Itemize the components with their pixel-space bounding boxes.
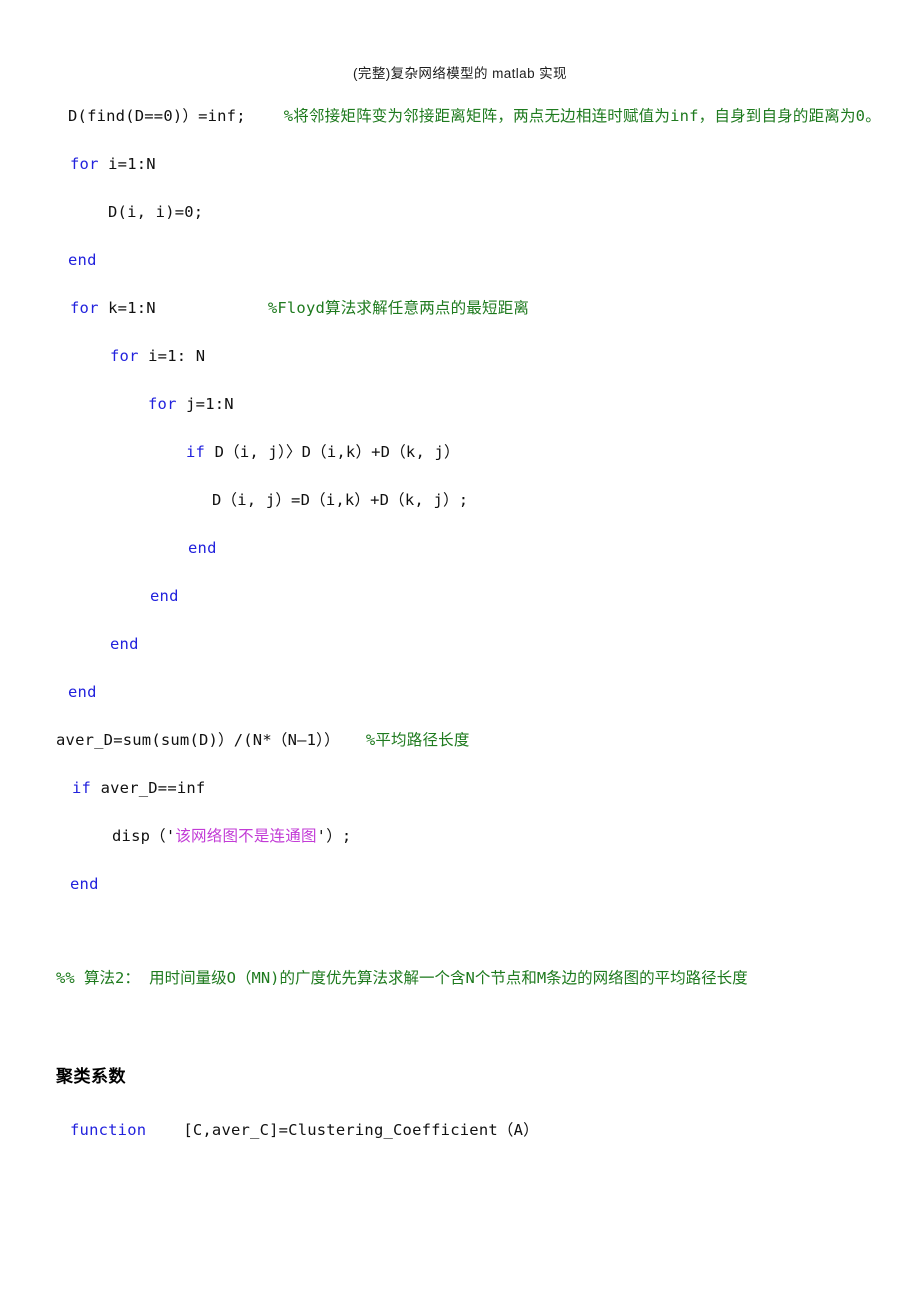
- code-line-end-3: end: [0, 572, 920, 620]
- code-text-average-distance: aver_D=sum(sum(D)）/(N*（N—1））: [56, 731, 340, 749]
- code-text-disp-open: disp（': [112, 827, 176, 845]
- keyword-for-1: for: [70, 155, 99, 173]
- comment-floyd: %Floyd算法求解任意两点的最短距离: [267, 299, 530, 317]
- code-line-for-j: for j=1:N: [0, 380, 920, 428]
- running-header: (完整)复杂网络模型的 matlab 实现: [353, 66, 567, 81]
- keyword-end-4: end: [110, 635, 139, 653]
- code-line-function-clustering: function [C,aver_C]=Clustering_Coefficie…: [0, 1106, 920, 1154]
- keyword-for-4: for: [148, 395, 177, 413]
- code-text-if-condition: D（i, j）〉D（i,k）+D（k, j）: [205, 443, 460, 461]
- code-text-for-i-inner-range: i=1: N: [138, 347, 206, 365]
- code-line-end-2: end: [0, 524, 920, 572]
- code-line-for-k: for k=1:N %Floyd算法求解任意两点的最短距离: [0, 284, 920, 332]
- code-text-disp-close: '）;: [316, 827, 352, 845]
- keyword-end-6: end: [70, 875, 99, 893]
- code-line-end-5: end: [0, 668, 920, 716]
- keyword-if-2: if: [72, 779, 92, 797]
- keyword-function: function: [70, 1121, 147, 1139]
- section-heading-clustering-coefficient: 聚类系数: [56, 1067, 126, 1086]
- code-text-for-k-range: k=1:N: [98, 299, 156, 317]
- keyword-if-1: if: [186, 443, 206, 461]
- document-page: (完整)复杂网络模型的 matlab 实现 D(find(D==0)）=inf;…: [0, 0, 920, 1302]
- code-text-d-find: D(find(D==0)）=inf;: [68, 107, 246, 125]
- code-listing: D(find(D==0)）=inf; %将邻接矩阵变为邻接距离矩阵，两点无边相连时…: [0, 92, 920, 1154]
- keyword-end-1: end: [68, 251, 97, 269]
- code-text-if-inf-condition: aver_D==inf: [91, 779, 206, 797]
- comment-algorithm-2-note: %% 算法2： 用时间量级O（MN)的广度优先算法求解一个含N个节点和M条边的网…: [56, 969, 748, 987]
- code-line-if-inf: if aver_D==inf: [0, 764, 920, 812]
- code-text-function-signature: [C,aver_C]=Clustering_Coefficient（A）: [164, 1121, 539, 1139]
- code-line-disp-warning: disp（'该网络图不是连通图'）;: [0, 812, 920, 860]
- code-line-for-i: for i=1:N: [0, 140, 920, 188]
- code-text-diagonal-zero: D(i, i)=0;: [108, 203, 204, 221]
- keyword-end-2: end: [188, 539, 217, 557]
- keyword-end-5: end: [68, 683, 97, 701]
- code-line-average-distance: aver_D=sum(sum(D)）/(N*（N—1）） %平均路径长度: [0, 716, 920, 764]
- code-line-end-1: end: [0, 236, 920, 284]
- code-line-relax-distance: D（i, j）=D（i,k）+D（k, j）;: [0, 476, 920, 524]
- comment-adjacency-matrix: %将邻接矩阵变为邻接距离矩阵，两点无边相连时赋值为inf，自身到自身的距离为0。: [283, 107, 881, 125]
- spacer-before-algorithm-note: [0, 908, 920, 954]
- code-line-assign-inf: D(find(D==0)）=inf; %将邻接矩阵变为邻接距离矩阵，两点无边相连时…: [0, 92, 920, 140]
- code-text-relax-distance: D（i, j）=D（i,k）+D（k, j）;: [212, 491, 469, 509]
- comment-average-path-length: %平均路径长度: [365, 731, 470, 749]
- code-text-for-i-range: i=1:N: [98, 155, 156, 173]
- code-line-end-4: end: [0, 620, 920, 668]
- string-not-connected: 该网络图不是连通图: [175, 827, 317, 845]
- keyword-end-3: end: [150, 587, 179, 605]
- code-line-end-6: end: [0, 860, 920, 908]
- keyword-for-2: for: [70, 299, 99, 317]
- spacer-after-heading: [0, 1092, 920, 1106]
- code-line-if-compare: if D（i, j）〉D（i,k）+D（k, j）: [0, 428, 920, 476]
- spacer-before-section-2: [0, 1002, 920, 1062]
- code-line-diagonal-zero: D(i, i)=0;: [0, 188, 920, 236]
- code-text-for-j-range: j=1:N: [176, 395, 234, 413]
- keyword-for-3: for: [110, 347, 139, 365]
- code-line-for-i-inner: for i=1: N: [0, 332, 920, 380]
